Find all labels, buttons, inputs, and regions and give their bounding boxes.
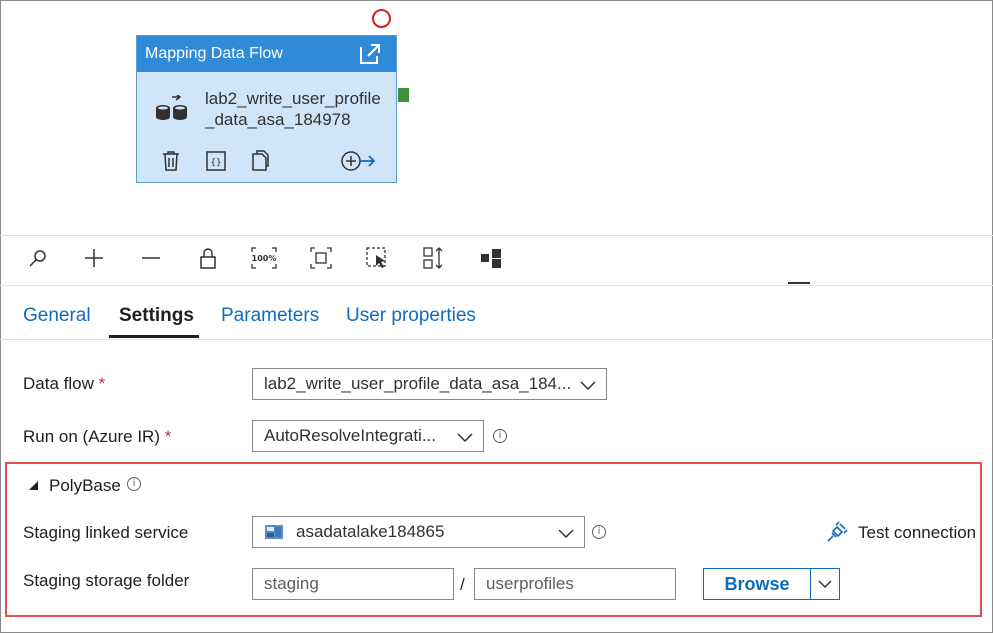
select-multiple-icon[interactable]	[363, 244, 391, 272]
panel-resize-handle[interactable]	[788, 282, 810, 284]
browse-button[interactable]: Browse	[703, 568, 811, 600]
test-connection-link[interactable]: Test connection	[858, 523, 976, 543]
activity-type-label: Mapping Data Flow	[145, 45, 283, 62]
copy-icon[interactable]	[250, 150, 272, 177]
divider	[0, 235, 993, 236]
info-icon[interactable]: i	[592, 525, 606, 539]
run-on-select[interactable]: AutoResolveIntegrati...	[252, 420, 484, 452]
fit-to-screen-icon[interactable]	[307, 244, 335, 272]
staging-linked-service-select[interactable]: asadatalake184865	[252, 516, 585, 548]
search-icon[interactable]	[24, 244, 52, 272]
svg-text:100%: 100%	[252, 254, 277, 263]
staging-directory-input[interactable]: userprofiles	[474, 568, 676, 600]
code-icon[interactable]: {}	[205, 150, 227, 177]
active-tab-indicator	[109, 335, 199, 338]
divider	[0, 339, 993, 340]
data-flow-label: Data flow *	[23, 374, 106, 393]
storage-account-icon	[265, 525, 283, 539]
chevron-down-icon	[558, 525, 574, 545]
chevron-down-icon	[818, 580, 832, 589]
tab-settings[interactable]: Settings	[119, 305, 194, 327]
info-icon[interactable]: i	[127, 477, 141, 491]
lock-icon[interactable]	[194, 244, 222, 272]
plug-icon[interactable]	[826, 521, 848, 548]
staging-storage-folder-label: Staging storage folder	[23, 571, 190, 590]
zoom-in-icon[interactable]	[80, 244, 108, 272]
delete-icon[interactable]	[161, 150, 181, 177]
chevron-down-icon	[457, 429, 473, 449]
mapping-data-flow-activity[interactable]: Mapping Data Flow lab2_write_user_profil…	[136, 35, 397, 183]
tab-general[interactable]: General	[23, 305, 91, 327]
tab-parameters[interactable]: Parameters	[221, 305, 319, 327]
open-external-icon[interactable]	[358, 42, 382, 71]
zoom-out-icon[interactable]	[137, 244, 165, 272]
layout-icon[interactable]	[477, 244, 505, 272]
auto-align-icon[interactable]	[420, 244, 448, 272]
error-indicator-icon	[372, 9, 391, 28]
activity-header: Mapping Data Flow	[137, 36, 396, 72]
path-separator: /	[460, 575, 465, 594]
add-output-icon[interactable]	[340, 150, 376, 177]
staging-container-input[interactable]: staging	[252, 568, 454, 600]
staging-linked-service-label: Staging linked service	[23, 523, 189, 542]
chevron-down-icon	[580, 377, 596, 397]
polybase-label: PolyBase	[49, 476, 121, 495]
success-output-handle[interactable]	[398, 88, 409, 102]
browse-dropdown-button[interactable]	[810, 568, 840, 600]
divider	[0, 285, 993, 286]
info-icon[interactable]: i	[493, 429, 507, 443]
zoom-100-icon[interactable]: 100%	[250, 244, 278, 272]
collapse-triangle-icon[interactable]	[27, 478, 39, 496]
tab-user-properties[interactable]: User properties	[346, 305, 476, 327]
activity-name: lab2_write_user_profile _data_asa_184978	[205, 89, 381, 129]
data-flow-select[interactable]: lab2_write_user_profile_data_asa_184...	[252, 368, 607, 400]
run-on-label: Run on (Azure IR) *	[23, 427, 172, 446]
svg-text:{}: {}	[210, 158, 221, 168]
dataflow-icon	[154, 93, 190, 126]
